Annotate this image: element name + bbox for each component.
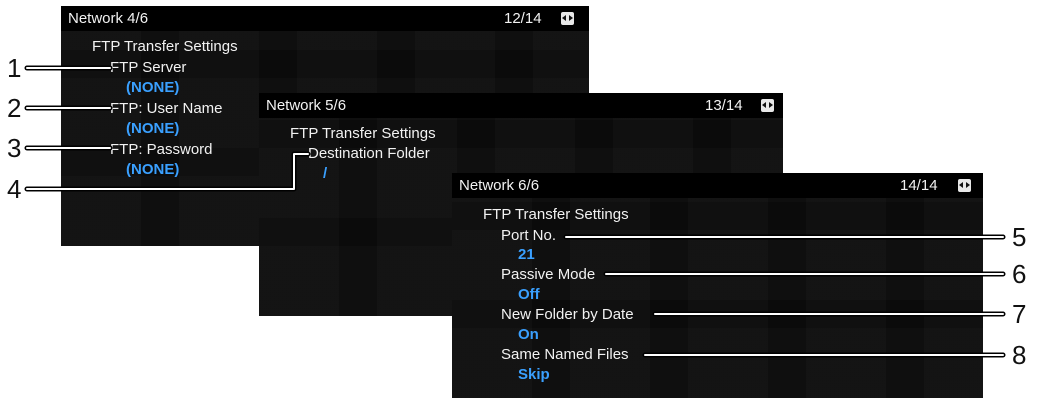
callout-number-8: 8 xyxy=(1012,340,1027,370)
callout-number-1: 1 xyxy=(7,53,22,83)
callout-number-4: 4 xyxy=(7,174,22,204)
callout-leader-lines xyxy=(24,65,1006,358)
callout-number-2: 2 xyxy=(7,93,22,123)
callout-number-3: 3 xyxy=(7,133,22,163)
callout-number-7: 7 xyxy=(1012,299,1027,329)
callout-number-6: 6 xyxy=(1012,259,1027,289)
callout-number-5: 5 xyxy=(1012,222,1027,252)
